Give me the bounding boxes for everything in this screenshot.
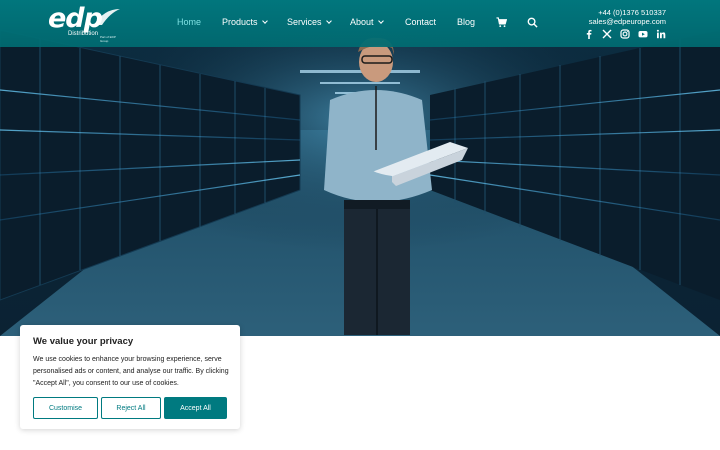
server-room-illustration [0, 0, 720, 336]
chevron-down-icon [261, 17, 268, 24]
nav-contact-label: Contact [405, 17, 437, 27]
nav-services-label: Services [287, 17, 322, 27]
edp-logo[interactable]: edp Distribution Part of EDP Group [48, 3, 124, 43]
header-email[interactable]: sales@edpeurope.com [589, 17, 666, 26]
cookie-title: We value your privacy [33, 336, 134, 347]
nav-home-label: Home [177, 17, 202, 27]
logo-tagline: Part of EDP Group [100, 35, 116, 43]
search-icon[interactable] [527, 17, 538, 28]
nav-about-label: About [350, 17, 374, 27]
cart-icon[interactable] [496, 17, 507, 28]
nav-blog[interactable]: Blog [457, 17, 475, 27]
x-icon[interactable] [602, 29, 612, 39]
nav-blog-label: Blog [457, 17, 476, 27]
page: edp Distribution Part of EDP Group Home … [0, 0, 720, 450]
nav-products[interactable]: Products [222, 17, 268, 27]
nav-home[interactable]: Home [177, 17, 201, 27]
logo-swoosh-icon [94, 9, 120, 25]
cookie-consent-banner: We value your privacy We use cookies to … [20, 325, 240, 429]
instagram-icon[interactable] [620, 29, 630, 39]
logo-subtitle: Distribution [68, 31, 99, 37]
header-phone[interactable]: +44 (0)1376 510337 [598, 8, 666, 17]
customise-button[interactable]: Customise [33, 397, 98, 419]
linkedin-icon[interactable] [656, 29, 666, 39]
nav-products-label: Products [222, 17, 258, 27]
accept-all-button[interactable]: Accept All [164, 397, 227, 419]
chevron-down-icon [325, 17, 332, 24]
youtube-icon[interactable] [638, 29, 648, 39]
facebook-icon[interactable] [584, 29, 594, 39]
hero-image [0, 0, 720, 336]
cookie-description: We use cookies to enhance your browsing … [33, 356, 229, 387]
nav-about[interactable]: About [350, 17, 384, 27]
nav-services[interactable]: Services [287, 17, 332, 27]
reject-all-button[interactable]: Reject All [101, 397, 161, 419]
site-header: edp Distribution Part of EDP Group Home … [0, 0, 720, 47]
nav-contact[interactable]: Contact [405, 17, 436, 27]
chevron-down-icon [377, 17, 384, 24]
